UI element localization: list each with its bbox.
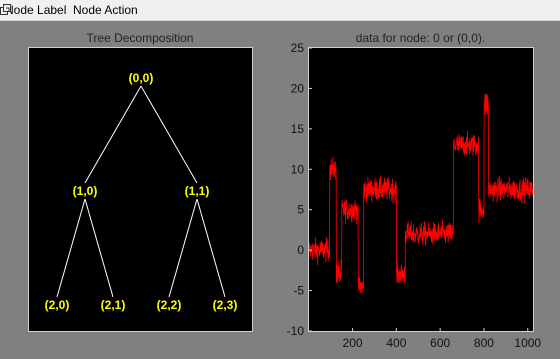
tree-edge-0-0-1-0: [84, 85, 142, 184]
tree-node-2-1[interactable]: (2,1): [101, 298, 126, 312]
y-tick-label: 25: [291, 41, 305, 55]
plot-title: data for node: 0 or (0,0).: [355, 31, 486, 45]
menu-bar: Node Label Node Action: [0, 0, 560, 21]
signal-svg: [309, 93, 533, 294]
tree-edge-0-0-1-1: [140, 85, 198, 184]
x-tick-label: 1000: [514, 336, 541, 350]
plot-axes: [308, 47, 534, 332]
menu-node-action[interactable]: Node Action: [73, 3, 138, 17]
tree-node-0-0[interactable]: (0,0): [129, 71, 154, 85]
y-tick-label: -10: [287, 324, 305, 338]
tree-edge-1-0-2-1: [84, 198, 114, 298]
tree-edge-1-1-2-3: [196, 198, 226, 298]
tree-svg: (0,0) (1,0) (1,1) (2,0) (2,1) (2,2) (2,3…: [45, 71, 238, 312]
y-tick-label: 10: [291, 162, 305, 176]
y-tick-label: 20: [291, 81, 305, 95]
y-tick-label: 5: [297, 203, 304, 217]
x-tick-label: 200: [343, 336, 363, 350]
tree-edge-1-0-2-0: [56, 198, 86, 298]
signal-series-line: [309, 93, 533, 294]
tree-node-2-2[interactable]: (2,2): [157, 298, 182, 312]
y-tick-label: 15: [291, 122, 305, 136]
tree-node-1-1[interactable]: (1,1): [185, 184, 210, 198]
y-tick-label: 0: [297, 243, 304, 257]
tree-panel-title: Tree Decomposition: [86, 31, 194, 45]
tree-axes: (0,0) (1,0) (1,1) (2,0) (2,1) (2,2) (2,3…: [28, 47, 253, 332]
x-tick-label: 800: [474, 336, 494, 350]
tree-node-2-3[interactable]: (2,3): [213, 298, 238, 312]
tree-node-2-0[interactable]: (2,0): [45, 298, 70, 312]
tree-edge-1-1-2-2: [168, 198, 198, 298]
y-tick-label: -5: [293, 284, 304, 298]
x-tick-label: 600: [430, 336, 450, 350]
undock-icon[interactable]: [0, 4, 12, 16]
menu-node-label[interactable]: Node Label: [5, 3, 66, 17]
tree-node-1-0[interactable]: (1,0): [73, 184, 98, 198]
x-tick-label: 400: [386, 336, 406, 350]
